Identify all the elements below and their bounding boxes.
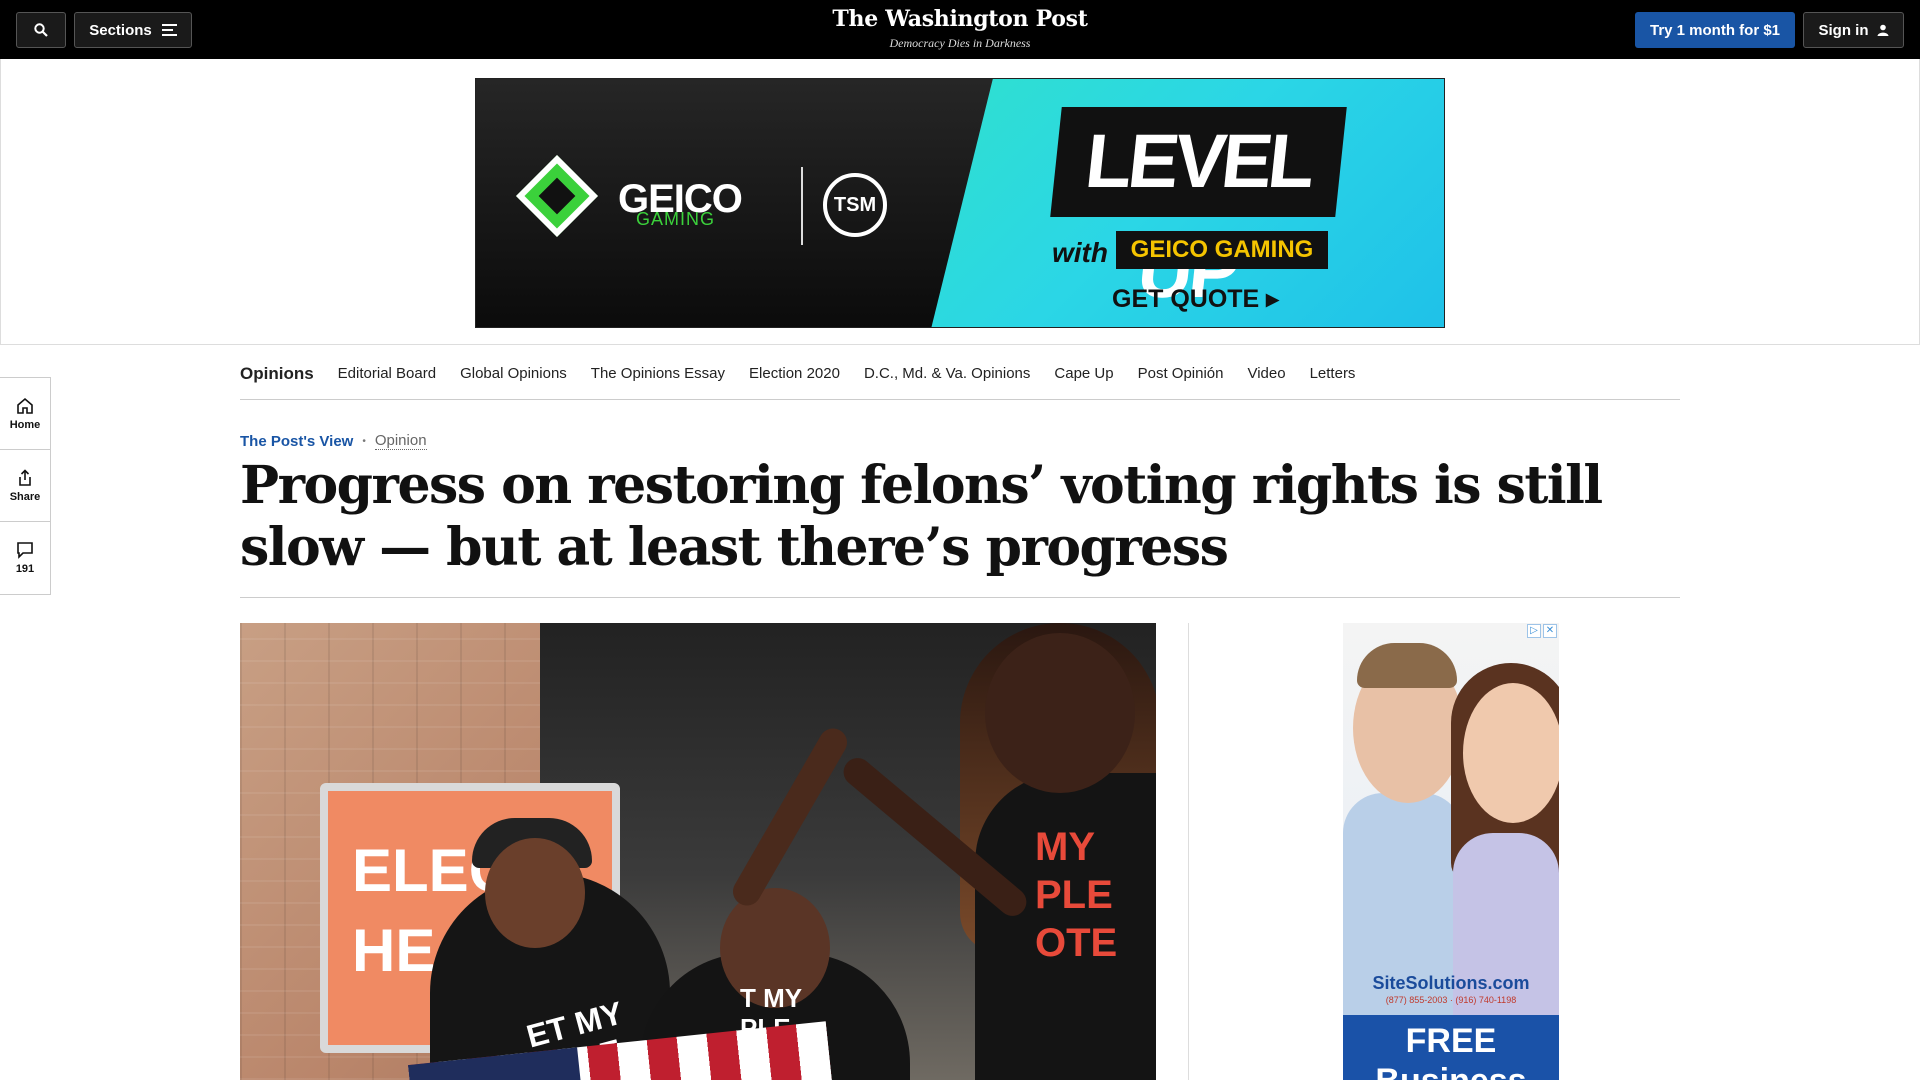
article-headline: Progress on restoring felons’ voting rig…	[240, 455, 1603, 578]
sign-in-label: Sign in	[1818, 21, 1869, 39]
nav-item-letters[interactable]: Letters	[1310, 365, 1356, 382]
geico-banner-ad[interactable]: GEICO GAMING TSM LEVEL UP with GEICO GAM…	[475, 78, 1445, 328]
nav-item-dc-md-va[interactable]: D.C., Md. & Va. Opinions	[864, 365, 1030, 382]
share-icon	[19, 468, 31, 486]
site-logo[interactable]: The Washington Post	[760, 6, 1160, 32]
adchoices-icon[interactable]: ▷	[1527, 624, 1541, 638]
comments-rail-button[interactable]: 191	[0, 522, 50, 594]
level-up-text: LEVEL UP	[1050, 107, 1347, 314]
get-quote-cta[interactable]: GET QUOTE ▸	[1112, 284, 1279, 314]
article-kicker: The Post's View • Opinion	[240, 432, 427, 450]
sign-in-button[interactable]: Sign in	[1803, 12, 1904, 48]
home-icon	[17, 397, 33, 414]
opinions-section-nav: Opinions Editorial Board Global Opinions…	[240, 348, 1680, 400]
search-button[interactable]	[16, 12, 66, 48]
nav-item-global-opinions[interactable]: Global Opinions	[460, 365, 567, 382]
with-text: with	[1052, 237, 1108, 268]
ad-phones: (877) 855-2003 · (916) 740-1198	[1385, 995, 1517, 1005]
nav-item-video[interactable]: Video	[1247, 365, 1285, 382]
subscribe-offer-button[interactable]: Try 1 month for $1	[1635, 12, 1795, 48]
headline-divider	[240, 597, 1680, 598]
nav-item-cape-up[interactable]: Cape Up	[1054, 365, 1113, 382]
banner-divider	[801, 167, 803, 245]
home-rail-button[interactable]: Home	[0, 378, 50, 450]
comment-icon	[17, 542, 33, 559]
geico-gaming-label: GEICO GAMING	[1116, 231, 1328, 269]
sitesolutions-sidebar-ad[interactable]: SiteSolutions.com (877) 855-2003 · (916)…	[1343, 623, 1559, 1080]
ad-headline: FREE Business	[1343, 1015, 1559, 1080]
kicker-posts-view-link[interactable]: The Post's View	[240, 433, 353, 450]
geico-gaming-sub: GAMING	[636, 209, 716, 229]
article-action-rail: Home Share 191	[0, 377, 51, 595]
nav-item-election-2020[interactable]: Election 2020	[749, 365, 840, 382]
kicker-separator: •	[362, 435, 366, 447]
nav-item-opinions-essay[interactable]: The Opinions Essay	[591, 365, 725, 382]
comments-count: 191	[15, 563, 35, 575]
tsm-logo-icon: TSM	[823, 173, 887, 237]
hamburger-icon	[161, 24, 177, 36]
ad-choices: ▷ ✕	[1527, 624, 1557, 638]
close-ad-icon[interactable]: ✕	[1543, 624, 1557, 638]
kicker-opinion-label[interactable]: Opinion	[374, 432, 427, 450]
nav-item-editorial-board[interactable]: Editorial Board	[338, 365, 436, 382]
ad-brand: SiteSolutions.com	[1372, 973, 1530, 993]
masthead[interactable]: The Washington Post Democracy Dies in Da…	[760, 6, 1160, 51]
user-icon	[1877, 24, 1888, 36]
site-tagline: Democracy Dies in Darkness	[889, 36, 1031, 50]
column-divider	[1188, 623, 1189, 1080]
sections-menu-button[interactable]: Sections	[74, 12, 192, 48]
lead-photo[interactable]: ELEC HEADQ MY PLE OTE ET MY OPLE T MY PL…	[240, 623, 1156, 1080]
search-icon	[34, 23, 48, 37]
share-rail-button[interactable]: Share	[0, 450, 50, 522]
top-navigation-bar: Sections The Washington Post Democracy D…	[0, 0, 1920, 59]
nav-item-opinions[interactable]: Opinions	[240, 364, 314, 384]
nav-item-post-opinion[interactable]: Post Opinión	[1138, 365, 1224, 382]
shirt-text-right: MY PLE OTE	[1035, 825, 1118, 965]
share-label: Share	[9, 490, 41, 503]
sections-label: Sections	[89, 21, 152, 39]
home-label: Home	[9, 418, 41, 431]
